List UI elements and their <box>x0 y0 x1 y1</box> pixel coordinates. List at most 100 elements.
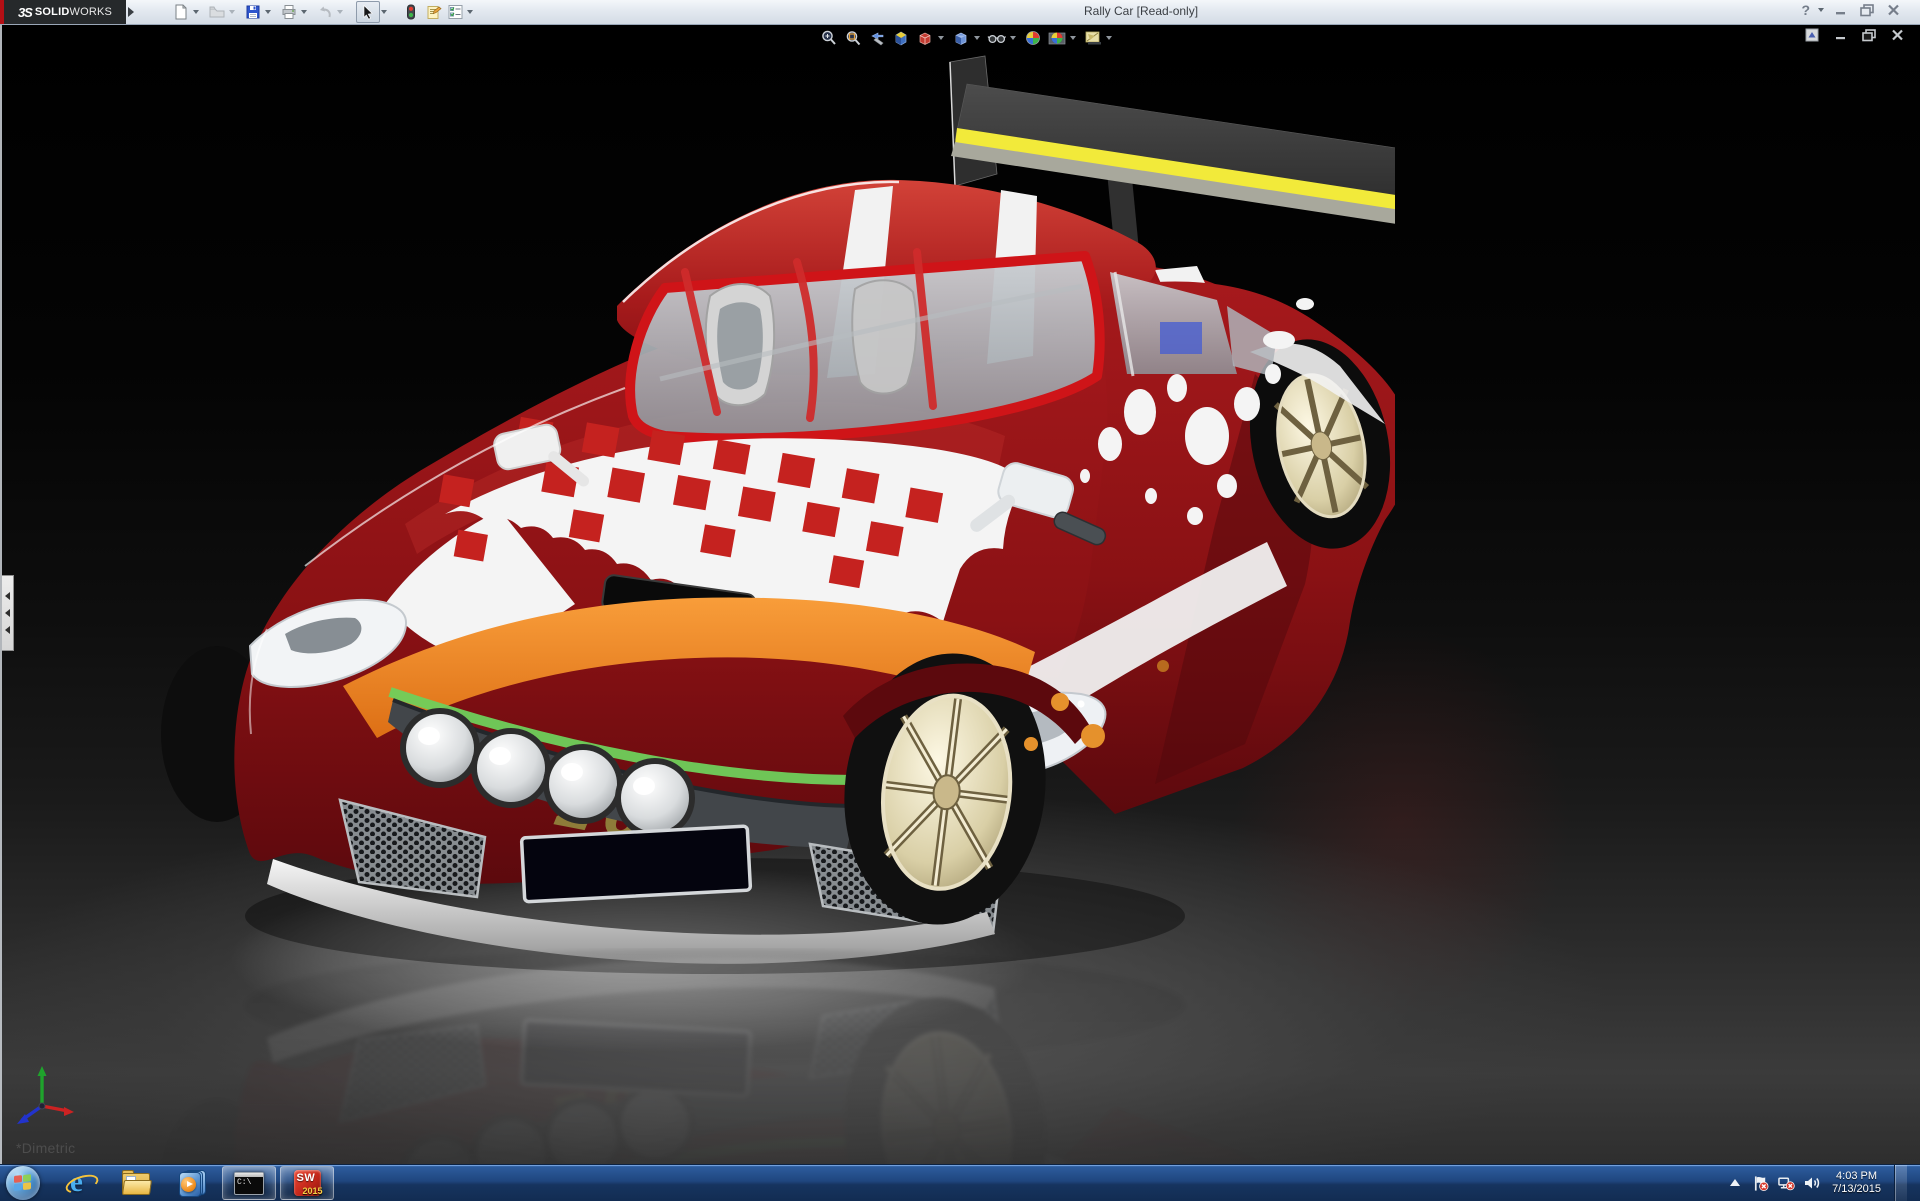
help-button[interactable]: ? <box>1801 2 1810 18</box>
options-dropdown[interactable] <box>467 10 473 14</box>
file-properties-button[interactable] <box>422 2 444 22</box>
speaker-icon <box>1804 1175 1821 1191</box>
solidworks-logo[interactable]: 3SSOLIDWORKS <box>0 0 126 24</box>
volume-button[interactable] <box>1804 1175 1821 1192</box>
graphics-viewport[interactable]: 2012 <box>0 24 1920 1164</box>
open-button[interactable] <box>206 2 228 22</box>
print-dropdown[interactable] <box>301 10 307 14</box>
window-controls: ? <box>1801 2 1902 18</box>
show-desktop-button[interactable] <box>1894 1165 1907 1201</box>
rebuild-traffic-light-icon <box>404 4 418 20</box>
view-orientation-label: *Dimetric <box>16 1140 75 1156</box>
previous-view-icon <box>868 29 886 47</box>
undo-button[interactable] <box>314 2 336 22</box>
window-title: Rally Car [Read-only] <box>1084 4 1198 18</box>
taskbar-clock[interactable]: 4:03 PM 7/13/2015 <box>1832 1170 1881 1196</box>
view-settings-dropdown[interactable] <box>1106 36 1112 40</box>
close-icon <box>1887 4 1900 16</box>
minimize-button[interactable] <box>1832 2 1850 18</box>
hidden-icons-arrow-icon <box>1729 1178 1741 1188</box>
new-document-button[interactable] <box>170 2 192 22</box>
taskbar-internet-explorer[interactable]: e <box>54 1167 106 1199</box>
open-icon <box>209 4 225 20</box>
options-button[interactable] <box>444 2 466 22</box>
media-player-icon <box>179 1170 205 1196</box>
undo-icon <box>317 4 333 20</box>
taskbar-command-prompt[interactable]: C:\ <box>222 1166 276 1200</box>
floor-reflection <box>155 948 1395 1164</box>
y-axis-arrow <box>38 1066 47 1076</box>
document-minimize-icon <box>1835 29 1847 41</box>
view-settings-icon <box>1083 29 1103 47</box>
collapse-arrow-icon <box>5 592 10 600</box>
select-cursor-icon <box>361 5 375 20</box>
collapse-arrow-icon <box>5 609 10 617</box>
section-view-icon <box>892 29 910 47</box>
view-orientation-icon <box>916 29 934 47</box>
save-dropdown[interactable] <box>265 10 271 14</box>
view-orientation-dropdown[interactable] <box>938 36 944 40</box>
edit-appearance-icon <box>1024 29 1042 47</box>
start-button[interactable] <box>6 1166 40 1200</box>
action-center-flag-icon <box>1752 1175 1769 1192</box>
3d-model-rally-car[interactable]: 2012 <box>155 44 1395 974</box>
view-settings-button[interactable] <box>1082 28 1104 48</box>
taskbar-solidworks-2015[interactable]: SW2015 <box>280 1166 334 1200</box>
internet-explorer-icon: e <box>66 1170 94 1196</box>
save-button[interactable] <box>242 2 264 22</box>
help-dropdown[interactable] <box>1818 8 1824 12</box>
reference-triad <box>8 1062 80 1126</box>
new-dropdown[interactable] <box>193 10 199 14</box>
hide-show-items-dropdown[interactable] <box>1010 36 1016 40</box>
previous-view-button[interactable] <box>866 28 888 48</box>
new-document-icon <box>173 4 189 20</box>
hide-show-items-button[interactable] <box>986 28 1008 48</box>
clock-time: 4:03 PM <box>1832 1170 1881 1183</box>
rebuild-button[interactable] <box>400 2 422 22</box>
edit-appearance-button[interactable] <box>1022 28 1044 48</box>
document-menu-button[interactable] <box>1804 28 1822 42</box>
open-dropdown[interactable] <box>229 10 235 14</box>
taskbar: e C:\ SW2015 4:03 <box>0 1164 1920 1201</box>
save-icon <box>245 4 261 20</box>
apply-scene-dropdown[interactable] <box>1070 36 1076 40</box>
system-tray: 4:03 PM 7/13/2015 <box>1726 1165 1907 1201</box>
select-button[interactable] <box>356 1 380 23</box>
display-style-button[interactable] <box>950 28 972 48</box>
ds-logo-glyph: 3S <box>18 5 32 20</box>
document-close-button[interactable] <box>1888 28 1906 42</box>
apply-scene-button[interactable] <box>1046 28 1068 48</box>
taskbar-media-player[interactable] <box>166 1167 218 1199</box>
file-properties-icon <box>425 4 442 20</box>
print-button[interactable] <box>278 2 300 22</box>
windows-flag-icon <box>14 1174 32 1192</box>
document-restore-button[interactable] <box>1860 28 1878 42</box>
select-dropdown[interactable] <box>381 10 387 14</box>
undo-dropdown[interactable] <box>337 10 343 14</box>
section-view-button[interactable] <box>890 28 912 48</box>
zoom-to-area-button[interactable] <box>842 28 864 48</box>
close-button[interactable] <box>1884 2 1902 18</box>
apply-scene-icon <box>1047 29 1067 47</box>
collapse-arrow-icon <box>5 626 10 634</box>
display-style-icon <box>952 29 970 47</box>
show-hidden-icons-button[interactable] <box>1726 1175 1743 1192</box>
view-orientation-button[interactable] <box>914 28 936 48</box>
title-bar: 3SSOLIDWORKS Rally Ca <box>0 0 1920 25</box>
taskbar-windows-explorer[interactable] <box>110 1167 162 1199</box>
display-style-dropdown[interactable] <box>974 36 980 40</box>
action-center-button[interactable] <box>1752 1175 1769 1192</box>
minimize-icon <box>1835 4 1847 16</box>
zoom-to-area-icon <box>844 29 862 47</box>
solidworks-2015-icon: SW2015 <box>294 1170 321 1196</box>
menu-expand-arrow-icon[interactable] <box>128 7 134 17</box>
document-minimize-button[interactable] <box>1832 28 1850 42</box>
heads-up-view-toolbar <box>818 28 1116 48</box>
network-status-button[interactable] <box>1778 1175 1795 1192</box>
zoom-to-fit-button[interactable] <box>818 28 840 48</box>
part-document-icon <box>1805 28 1821 42</box>
folder-icon <box>122 1173 150 1194</box>
restore-button[interactable] <box>1858 2 1876 18</box>
feature-panel-collapse-tab[interactable] <box>2 575 14 651</box>
hide-show-items-glasses-icon <box>987 29 1007 47</box>
